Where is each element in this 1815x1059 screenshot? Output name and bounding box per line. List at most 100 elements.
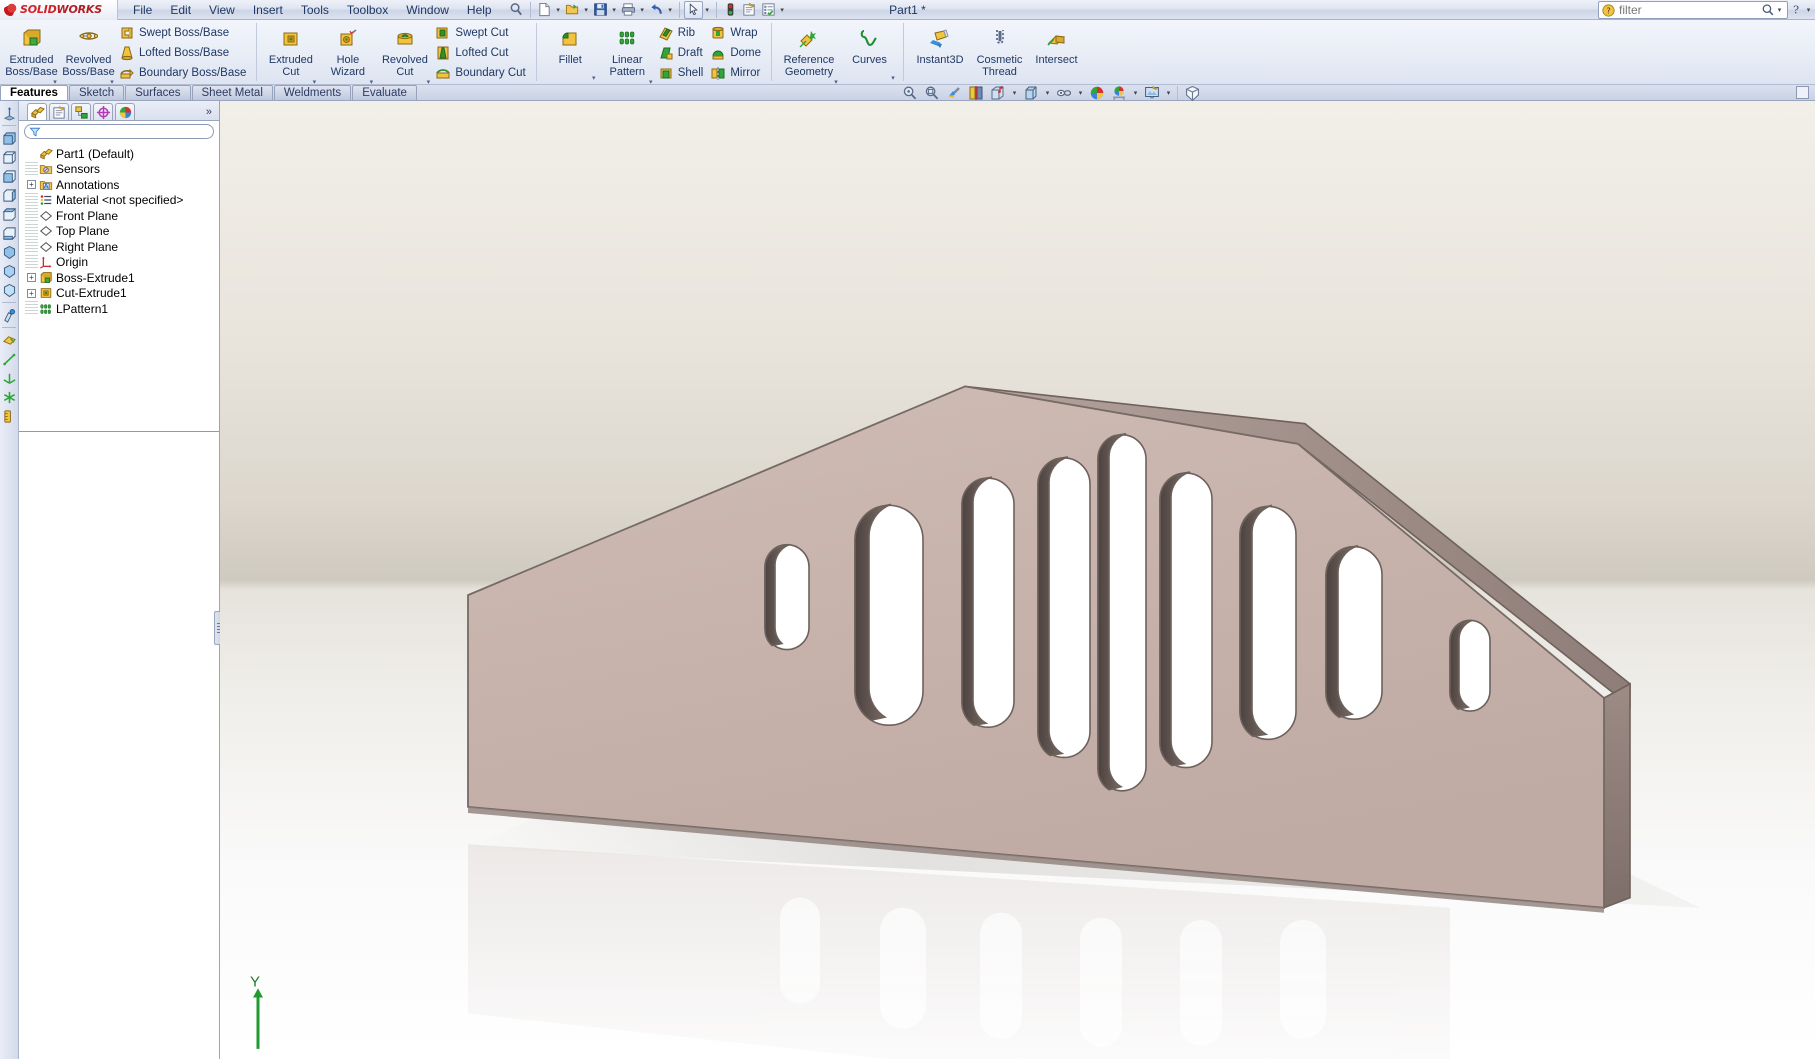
wrap-button[interactable]: Wrap <box>708 23 766 43</box>
swept-boss-base-button[interactable]: Swept Boss/Base <box>117 23 251 43</box>
tree-item-front-plane[interactable]: Front Plane <box>25 208 219 224</box>
extruded-cut-button[interactable]: Extruded Cut <box>262 21 319 78</box>
tab-surfaces[interactable]: Surfaces <box>125 85 190 100</box>
top-view-icon[interactable] <box>1 205 18 223</box>
swept-cut-button[interactable]: Swept Cut <box>433 23 530 43</box>
menu-item-view[interactable]: View <box>200 0 244 20</box>
search-box[interactable]: ? ▾ <box>1598 1 1788 19</box>
bottom-view-icon[interactable] <box>1 224 18 242</box>
tree-expander[interactable]: + <box>25 180 38 189</box>
tree-item-sensors[interactable]: Sensors <box>25 162 219 178</box>
feature-manager-more-button[interactable]: » <box>206 106 217 118</box>
tree-item-material[interactable]: Material <not specified> <box>25 193 219 209</box>
menu-item-tools[interactable]: Tools <box>292 0 338 20</box>
undo-dropdown[interactable]: ▾ <box>666 1 675 19</box>
revolved-cut-dropdown[interactable]: ▾ <box>423 78 433 86</box>
linear-pattern-dropdown[interactable]: ▾ <box>646 78 656 86</box>
display-style-icon[interactable] <box>1021 84 1041 102</box>
help-dropdown[interactable]: ▾ <box>1804 1 1813 19</box>
tab-evaluate[interactable]: Evaluate <box>352 85 417 100</box>
graphics-viewport[interactable]: Y <box>220 101 1815 1059</box>
save-icon[interactable] <box>591 1 610 19</box>
curves-button[interactable]: Curves <box>841 21 898 66</box>
model-3d-view[interactable]: Y <box>220 101 1815 1059</box>
reference-geometry-button[interactable]: Reference Geometry <box>777 21 841 78</box>
help-icon[interactable]: ? <box>1788 2 1804 18</box>
previous-view-icon[interactable] <box>944 84 964 102</box>
search-commands-icon[interactable] <box>507 1 526 19</box>
hole-wizard-button[interactable]: Hole Wizard <box>319 21 376 78</box>
revolved-boss-base-button[interactable]: Revolved Boss/Base <box>60 21 117 78</box>
measure-icon[interactable] <box>1 407 18 425</box>
coordinate-system-icon[interactable] <box>1 369 18 387</box>
viewport-corner-control[interactable] <box>1796 86 1809 99</box>
point-tool-icon[interactable] <box>1 388 18 406</box>
menu-item-window[interactable]: Window <box>397 0 458 20</box>
options-editor-icon[interactable] <box>740 1 759 19</box>
dome-button[interactable]: Dome <box>708 43 766 63</box>
tab-sheet-metal[interactable]: Sheet Metal <box>192 85 273 100</box>
search-input[interactable] <box>1619 3 1739 17</box>
menu-item-insert[interactable]: Insert <box>244 0 292 20</box>
feature-tree-tab[interactable] <box>27 103 47 120</box>
view-settings-dropdown[interactable]: ▾ <box>1164 89 1173 97</box>
fillet-button[interactable]: Fillet <box>542 21 599 66</box>
lofted-boss-base-button[interactable]: Lofted Boss/Base <box>117 43 251 63</box>
view-orientation-dropdown[interactable]: ▾ <box>1010 89 1019 97</box>
normal-to-icon[interactable] <box>1 306 18 324</box>
extruded-boss-base-button[interactable]: Extruded Boss/Base <box>3 21 60 78</box>
dimetric-view-icon[interactable] <box>1 281 18 299</box>
extruded-cut-dropdown[interactable]: ▾ <box>309 78 319 86</box>
select-dropdown[interactable]: ▾ <box>703 1 712 19</box>
undo-icon[interactable] <box>647 1 666 19</box>
tree-item-lpattern1[interactable]: LPattern1 <box>25 301 219 317</box>
print-dropdown[interactable]: ▾ <box>638 1 647 19</box>
revolved-boss-dropdown[interactable]: ▾ <box>107 78 117 86</box>
section-view-icon[interactable] <box>966 84 986 102</box>
revolved-cut-button[interactable]: Revolved Cut <box>376 21 433 78</box>
rib-button[interactable]: Rib <box>656 23 709 43</box>
search-dropdown[interactable]: ▾ <box>1775 1 1784 19</box>
hide-show-items-icon[interactable] <box>1054 84 1074 102</box>
new-document-icon[interactable] <box>535 1 554 19</box>
draft-button[interactable]: Draft <box>656 43 709 63</box>
view-orientation-icon[interactable] <box>988 84 1008 102</box>
tab-features[interactable]: Features <box>0 85 68 100</box>
hole-wizard-dropdown[interactable]: ▾ <box>366 78 376 86</box>
origin-axis-icon[interactable] <box>1 104 18 122</box>
zoom-to-area-icon[interactable] <box>922 84 942 102</box>
boundary-boss-base-button[interactable]: Boundary Boss/Base <box>117 63 251 83</box>
back-view-icon[interactable] <box>1 148 18 166</box>
tree-item-annotations[interactable]: + A Annotations <box>25 177 219 193</box>
line-tool-icon[interactable] <box>1 350 18 368</box>
display-manager-tab[interactable] <box>115 103 135 120</box>
tree-item-origin[interactable]: Origin <box>25 255 219 271</box>
tree-item-cut-extrude1[interactable]: + Cut-Extrude1 <box>25 286 219 302</box>
extruded-boss-dropdown[interactable]: ▾ <box>50 78 60 86</box>
lofted-cut-button[interactable]: Lofted Cut <box>433 43 530 63</box>
linear-pattern-button[interactable]: Linear Pattern <box>599 21 656 78</box>
left-view-icon[interactable] <box>1 167 18 185</box>
rebuild-icon[interactable] <box>721 1 740 19</box>
instant3d-button[interactable]: Instant3D <box>909 21 971 83</box>
display-style-dropdown[interactable]: ▾ <box>1043 89 1052 97</box>
tab-sketch[interactable]: Sketch <box>69 85 124 100</box>
tab-weldments[interactable]: Weldments <box>274 85 351 100</box>
menu-item-edit[interactable]: Edit <box>161 0 200 20</box>
trimetric-view-icon[interactable] <box>1 262 18 280</box>
tree-item-boss-extrude1[interactable]: + Boss-Extrude1 <box>25 270 219 286</box>
menu-item-toolbox[interactable]: Toolbox <box>338 0 397 20</box>
shell-button[interactable]: Shell <box>656 63 709 83</box>
feature-tree-filter-input[interactable] <box>24 124 214 139</box>
hide-show-items-dropdown[interactable]: ▾ <box>1076 89 1085 97</box>
mirror-button[interactable]: Mirror <box>708 63 766 83</box>
cosmetic-thread-button[interactable]: Cosmetic Thread <box>971 21 1028 83</box>
configuration-manager-tab[interactable] <box>71 103 91 120</box>
tree-expander[interactable]: + <box>25 273 38 282</box>
tree-expander[interactable]: + <box>25 289 38 298</box>
view-settings-icon[interactable] <box>1142 84 1162 102</box>
new-document-dropdown[interactable]: ▾ <box>554 1 563 19</box>
property-manager-tab[interactable] <box>49 103 69 120</box>
zoom-to-fit-icon[interactable] <box>900 84 920 102</box>
apply-scene-dropdown[interactable]: ▾ <box>1131 89 1140 97</box>
